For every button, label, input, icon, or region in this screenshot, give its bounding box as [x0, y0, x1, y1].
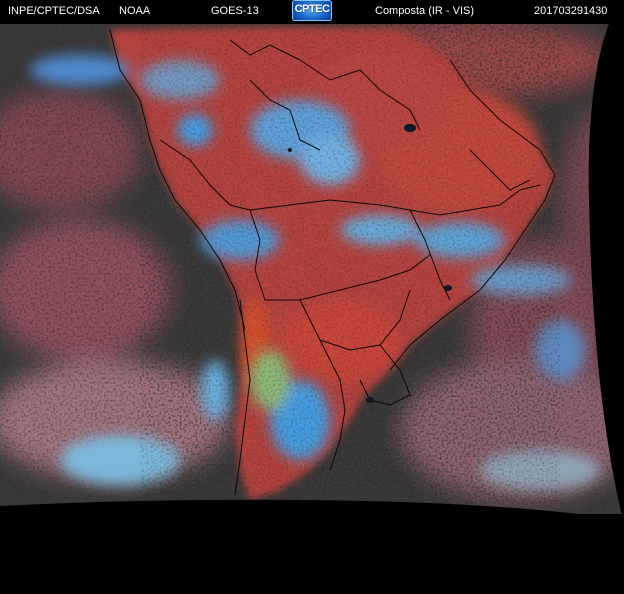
source-label: INPE/CPTEC/DSA	[8, 5, 100, 17]
timestamp-label: 201703291430	[534, 5, 608, 17]
cptec-logo-text: CPTEC	[294, 3, 330, 15]
satellite-image	[0, 23, 624, 521]
product-label: Composta (IR - VIS)	[375, 5, 475, 17]
cptec-logo: CPTEC	[292, 0, 332, 21]
earth-disk	[0, 24, 624, 514]
agency-label: NOAA	[119, 5, 151, 17]
satellite-label: GOES-13	[211, 5, 259, 17]
